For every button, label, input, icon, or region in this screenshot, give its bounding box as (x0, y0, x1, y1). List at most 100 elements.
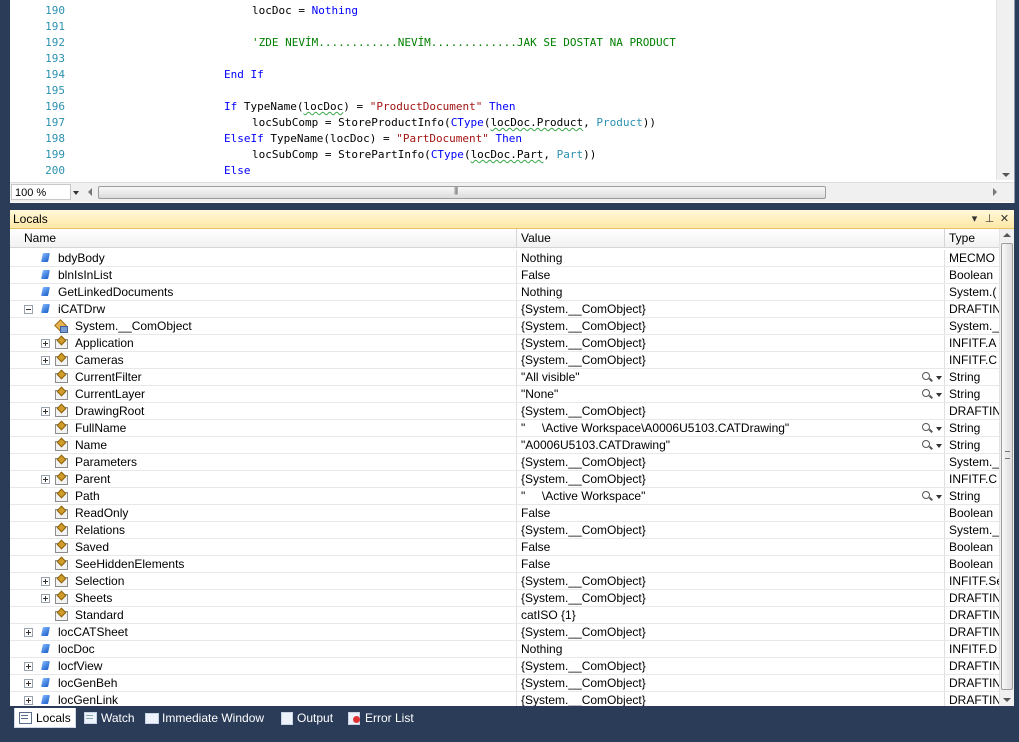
scroll-down-arrow-icon[interactable] (1003, 698, 1011, 702)
code-line[interactable]: 197 locSubComp = StoreProductInfo(CType(l… (10, 115, 1000, 131)
column-header-value[interactable]: Value (517, 229, 945, 247)
value-cell[interactable]: {System.__ComObject} (517, 318, 945, 334)
locals-row[interactable]: locCATSheet {System.__ComObject} DRAFTIN (10, 624, 1000, 641)
code-line[interactable]: 195 (10, 83, 1000, 99)
locals-row[interactable]: ReadOnly False Boolean (10, 505, 1000, 522)
locals-row[interactable]: SeeHiddenElements False Boolean (10, 556, 1000, 573)
code-line[interactable]: 192 'ZDE NEVÍM............NEVÍM..........… (10, 35, 1000, 51)
value-cell[interactable]: False (517, 505, 945, 521)
value-cell[interactable]: {System.__ComObject} (517, 403, 945, 419)
value-cell[interactable]: " \Active Workspace" (517, 488, 945, 504)
locals-row[interactable]: DrawingRoot {System.__ComObject} DRAFTIN (10, 403, 1000, 420)
text-visualizer-icon[interactable] (921, 420, 943, 436)
expand-icon[interactable] (24, 696, 33, 705)
tab-immediate-window[interactable]: Immediate Window (141, 708, 273, 728)
scroll-left-arrow-icon[interactable] (88, 188, 92, 196)
value-cell[interactable]: {System.__ComObject} (517, 675, 945, 691)
locals-row[interactable]: Relations {System.__ComObject} System._ (10, 522, 1000, 539)
tab-locals[interactable]: Locals (14, 708, 76, 728)
value-cell[interactable]: False (517, 539, 945, 555)
locals-row[interactable]: GetLinkedDocuments Nothing System.( (10, 284, 1000, 301)
code-line[interactable]: 190 locDoc = Nothing (10, 3, 1000, 19)
locals-row[interactable]: CurrentFilter "All visible" String (10, 369, 1000, 386)
value-cell[interactable]: {System.__ComObject} (517, 335, 945, 351)
value-cell[interactable]: "All visible" (517, 369, 945, 385)
horizontal-scroll-thumb[interactable] (98, 186, 826, 199)
locals-row[interactable]: Parent {System.__ComObject} INFITF.C (10, 471, 1000, 488)
text-visualizer-icon[interactable] (921, 488, 943, 504)
text-visualizer-icon[interactable] (921, 437, 943, 453)
expand-icon[interactable] (41, 356, 50, 365)
tab-error-list[interactable]: Error List (344, 708, 416, 728)
vertical-scroll-thumb[interactable] (1001, 243, 1013, 690)
expand-icon[interactable] (41, 577, 50, 586)
value-cell[interactable]: Nothing (517, 250, 945, 266)
locals-row[interactable]: Standard catISO {1} DRAFTIN (10, 607, 1000, 624)
expand-icon[interactable] (41, 339, 50, 348)
value-cell[interactable]: {System.__ComObject} (517, 471, 945, 487)
expand-icon[interactable] (24, 662, 33, 671)
editor-horizontal-scrollbar[interactable] (86, 184, 999, 200)
locals-row[interactable]: iCATDrw {System.__ComObject} DRAFTIN (10, 301, 1000, 318)
locals-row[interactable]: Sheets {System.__ComObject} DRAFTIN (10, 590, 1000, 607)
locals-row[interactable]: bdyBody Nothing MECMO (10, 250, 1000, 267)
value-cell[interactable]: {System.__ComObject} (517, 301, 945, 317)
code-area[interactable]: 190 locDoc = Nothing 191 192 'ZDE NEVÍM.....… (10, 0, 1000, 180)
locals-row[interactable]: Saved False Boolean (10, 539, 1000, 556)
text-visualizer-icon[interactable] (921, 369, 943, 385)
window-position-dropdown-icon[interactable]: ▾ (967, 211, 982, 227)
value-cell[interactable]: "None" (517, 386, 945, 402)
value-cell[interactable]: "A0006U5103.CATDrawing" (517, 437, 945, 453)
value-cell[interactable]: {System.__ComObject} (517, 573, 945, 589)
text-visualizer-icon[interactable] (921, 386, 943, 402)
expand-icon[interactable] (41, 594, 50, 603)
locals-row[interactable]: blnIsInList False Boolean (10, 267, 1000, 284)
expand-icon[interactable] (24, 628, 33, 637)
zoom-level-combo[interactable]: 100 % (11, 184, 71, 200)
expand-icon[interactable] (41, 407, 50, 416)
locals-row[interactable]: System.__ComObject {System.__ComObject} Sy… (10, 318, 1000, 335)
code-line[interactable]: 191 (10, 19, 1000, 35)
locals-row[interactable]: Selection {System.__ComObject} INFITF.Se (10, 573, 1000, 590)
editor-vertical-scrollbar[interactable] (996, 0, 1014, 180)
code-line[interactable]: 199 locSubComp = StorePartInfo(CType(locD… (10, 147, 1000, 163)
code-line[interactable]: 194 End If (10, 67, 1000, 83)
value-cell[interactable]: " \Active Workspace\A0006U5103.CATDrawin… (517, 420, 945, 436)
locals-row[interactable]: Path " \Active Workspace" String (10, 488, 1000, 505)
column-header-type[interactable]: Type (945, 229, 1000, 247)
code-line[interactable]: 198 ElseIf TypeName(locDoc) = "PartDocume… (10, 131, 1000, 147)
value-cell[interactable]: {System.__ComObject} (517, 352, 945, 368)
code-line[interactable]: 196 If TypeName(locDoc) = "ProductDocumen… (10, 99, 1000, 115)
expand-icon[interactable] (24, 679, 33, 688)
code-line[interactable]: 193 (10, 51, 1000, 67)
locals-row[interactable]: Parameters {System.__ComObject} System._ (10, 454, 1000, 471)
locals-row[interactable]: Cameras {System.__ComObject} INFITF.C (10, 352, 1000, 369)
locals-row[interactable]: Application {System.__ComObject} INFITF.A (10, 335, 1000, 352)
locals-row[interactable]: locfView {System.__ComObject} DRAFTIN (10, 658, 1000, 675)
tab-output[interactable]: Output (276, 708, 341, 728)
value-cell[interactable]: Nothing (517, 284, 945, 300)
tab-watch[interactable]: Watch (80, 708, 138, 728)
code-editor[interactable]: 190 locDoc = Nothing 191 192 'ZDE NEVÍM.....… (10, 0, 1015, 203)
value-cell[interactable]: {System.__ComObject} (517, 454, 945, 470)
expand-icon[interactable] (41, 475, 50, 484)
scroll-right-arrow-icon[interactable] (993, 188, 997, 196)
value-cell[interactable]: {System.__ComObject} (517, 692, 945, 706)
locals-row[interactable]: CurrentLayer "None" String (10, 386, 1000, 403)
close-icon[interactable]: ✕ (997, 211, 1012, 227)
value-cell[interactable]: False (517, 556, 945, 572)
column-header-name[interactable]: Name (20, 229, 517, 247)
auto-hide-pin-icon[interactable]: ⊥ (982, 211, 997, 227)
locals-row[interactable]: locGenBeh {System.__ComObject} DRAFTIN (10, 675, 1000, 692)
code-line[interactable]: 200 Else (10, 163, 1000, 179)
scroll-down-arrow-icon[interactable] (1002, 173, 1010, 177)
value-cell[interactable]: Nothing (517, 641, 945, 657)
locals-vertical-scrollbar[interactable] (999, 229, 1014, 706)
locals-row[interactable]: Name "A0006U5103.CATDrawing" String (10, 437, 1000, 454)
value-cell[interactable]: False (517, 267, 945, 283)
value-cell[interactable]: {System.__ComObject} (517, 522, 945, 538)
value-cell[interactable]: {System.__ComObject} (517, 624, 945, 640)
locals-row[interactable]: FullName " \Active Workspace\A0006U5103.C… (10, 420, 1000, 437)
value-cell[interactable]: {System.__ComObject} (517, 590, 945, 606)
zoom-dropdown-arrow-icon[interactable] (71, 184, 83, 200)
